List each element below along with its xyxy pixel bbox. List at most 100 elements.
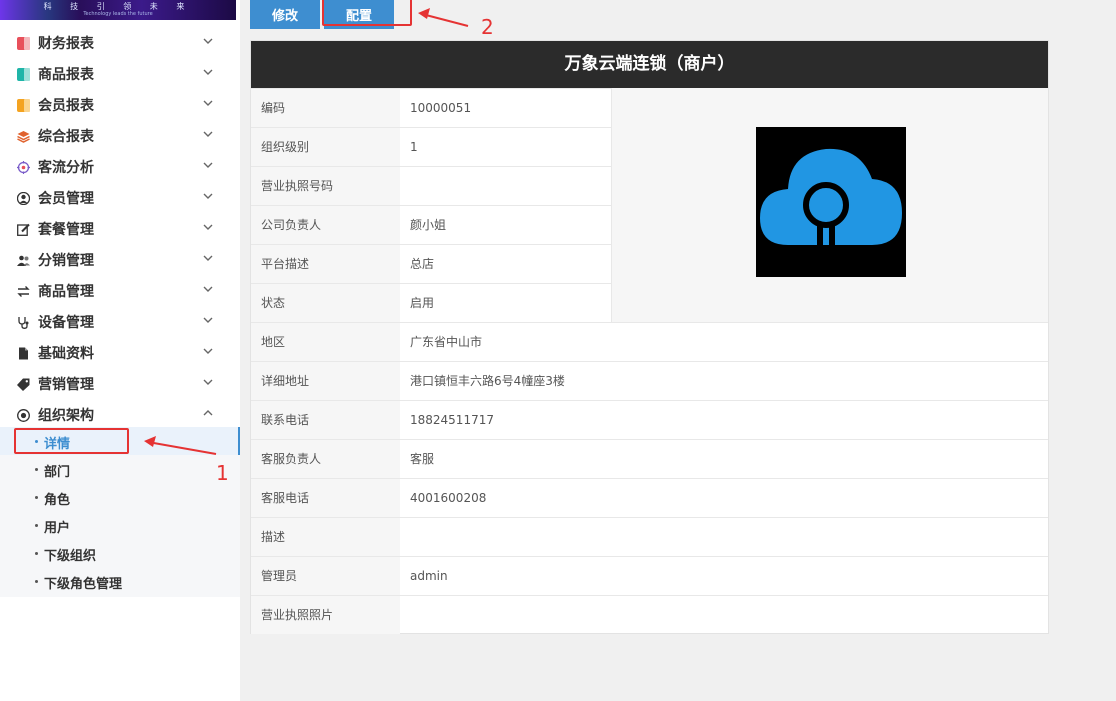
field-label: 平台描述 <box>251 245 400 283</box>
menu-item-label: 组织架构 <box>38 408 94 424</box>
menu-item-goods-management[interactable]: 商品管理 <box>0 274 236 305</box>
bullet-icon <box>35 496 38 499</box>
field-value: 18824511717 <box>410 413 494 427</box>
field-row-address: 详细地址 港口镇恒丰六路6号4幢座3楼 <box>251 361 1048 400</box>
submenu-item-role[interactable]: 角色 <box>0 483 240 511</box>
chevron-down-icon <box>202 128 214 140</box>
chevron-down-icon <box>202 190 214 202</box>
submenu-item-sub-org[interactable]: 下级组织 <box>0 539 240 567</box>
edit-icon <box>17 221 30 236</box>
menu-item-org-structure[interactable]: 组织架构 <box>0 398 236 429</box>
field-value: 客服 <box>410 452 435 466</box>
field-row-code: 编码 10000051 <box>251 88 611 127</box>
annotation-arrow-1 <box>144 436 217 455</box>
menu-item-device-management[interactable]: 设备管理 <box>0 305 236 336</box>
bullet-icon <box>35 552 38 555</box>
menu-item-label: 分销管理 <box>38 253 94 269</box>
field-label: 客服电话 <box>251 479 400 517</box>
annotation-box-1 <box>14 428 129 454</box>
field-row-phone: 联系电话 18824511717 <box>251 400 1048 439</box>
field-value: 4001600208 <box>410 491 487 505</box>
submenu-item-label: 下级角色管理 <box>44 577 123 592</box>
stethoscope-icon <box>17 314 30 329</box>
submenu-item-department[interactable]: 部门 <box>0 455 240 483</box>
exchange-icon <box>17 283 30 297</box>
chevron-down-icon <box>202 97 214 109</box>
submenu-item-label: 角色 <box>44 493 71 508</box>
field-label: 管理员 <box>251 557 400 595</box>
field-row-description: 描述 <box>251 517 1048 556</box>
merchant-detail-card: 万象云端连锁（商户） 编码 10000051 组织级别 1 营业执照号码 公司负… <box>250 40 1049 634</box>
field-label: 地区 <box>251 323 400 361</box>
target-icon <box>17 159 30 174</box>
field-value: 港口镇恒丰六路6号4幢座3楼 <box>410 374 565 388</box>
annotation-arrow-2 <box>418 8 469 27</box>
menu-item-label: 套餐管理 <box>38 222 94 238</box>
tag-icon <box>17 376 30 391</box>
layers-icon <box>17 128 30 143</box>
field-row-cs-phone: 客服电话 4001600208 <box>251 478 1048 517</box>
menu-item-finance-report[interactable]: 财务报表 <box>0 26 236 57</box>
field-label: 联系电话 <box>251 401 400 439</box>
finance-report-icon <box>17 35 30 50</box>
field-row-license-number: 营业执照号码 <box>251 166 611 205</box>
brand-banner: 科 技 引 领 未 来 Technology leads the future <box>0 0 236 20</box>
menu-item-package-management[interactable]: 套餐管理 <box>0 212 236 243</box>
field-label: 描述 <box>251 518 400 556</box>
submenu-item-label: 下级组织 <box>44 549 97 564</box>
field-row-company-owner: 公司负责人 颜小姐 <box>251 205 611 244</box>
merchant-logo-area <box>611 88 1048 322</box>
edit-button[interactable]: 修改 <box>250 0 320 29</box>
file-icon <box>17 345 30 360</box>
submenu-item-label: 用户 <box>44 521 71 536</box>
user-icon <box>16 190 31 206</box>
field-label: 营业执照号码 <box>251 167 400 205</box>
annotation-box-2 <box>322 0 412 26</box>
goods-report-icon <box>17 66 30 81</box>
sidebar: 科 技 引 领 未 来 Technology leads the future … <box>0 0 240 701</box>
submenu-item-sub-role-management[interactable]: 下级角色管理 <box>0 567 240 595</box>
merchant-title: 万象云端连锁（商户） <box>251 41 1048 88</box>
field-row-region: 地区 广东省中山市 <box>251 322 1048 361</box>
field-value <box>400 167 611 205</box>
menu-item-member-management[interactable]: 会员管理 <box>0 181 236 212</box>
users-icon <box>17 252 30 266</box>
chevron-down-icon <box>202 283 214 295</box>
submenu-item-user[interactable]: 用户 <box>0 511 240 539</box>
cloud-logo-icon <box>760 148 902 258</box>
org-icon <box>17 407 30 422</box>
chevron-down-icon <box>202 35 214 47</box>
field-label: 组织级别 <box>251 128 400 166</box>
menu-item-goods-report[interactable]: 商品报表 <box>0 57 236 88</box>
menu-item-label: 会员报表 <box>38 98 94 114</box>
menu-item-label: 客流分析 <box>38 160 94 176</box>
main-content: 修改 配置 万象云端连锁（商户） 编码 10000051 组织级别 1 营业执照… <box>240 0 1116 701</box>
menu-item-label: 综合报表 <box>38 129 94 145</box>
merchant-logo <box>756 127 906 277</box>
member-report-icon <box>17 97 30 112</box>
menu-item-label: 设备管理 <box>38 315 94 331</box>
submenu-item-label: 部门 <box>44 465 71 480</box>
field-row-admin: 管理员 admin <box>251 556 1048 595</box>
field-value: 10000051 <box>410 101 472 115</box>
menu-item-summary-report[interactable]: 综合报表 <box>0 119 236 150</box>
annotation-marker-2: 2 <box>481 15 494 39</box>
chevron-down-icon <box>202 66 214 78</box>
menu-item-distribution-management[interactable]: 分销管理 <box>0 243 236 274</box>
field-label: 编码 <box>251 89 400 127</box>
field-label: 公司负责人 <box>251 206 400 244</box>
chevron-down-icon <box>202 345 214 357</box>
menu-item-traffic-analysis[interactable]: 客流分析 <box>0 150 236 181</box>
field-value: 1 <box>410 140 418 154</box>
field-label: 营业执照照片 <box>251 596 400 634</box>
field-value: 颜小姐 <box>410 218 447 232</box>
field-row-status: 状态 启用 <box>251 283 611 322</box>
field-value: 广东省中山市 <box>410 335 483 349</box>
field-row-platform-desc: 平台描述 总店 <box>251 244 611 283</box>
field-value: admin <box>410 569 448 583</box>
menu-item-basic-data[interactable]: 基础资料 <box>0 336 236 367</box>
menu-item-label: 财务报表 <box>38 36 94 52</box>
field-value <box>400 518 1048 556</box>
menu-item-marketing-management[interactable]: 营销管理 <box>0 367 236 398</box>
menu-item-member-report[interactable]: 会员报表 <box>0 88 236 119</box>
